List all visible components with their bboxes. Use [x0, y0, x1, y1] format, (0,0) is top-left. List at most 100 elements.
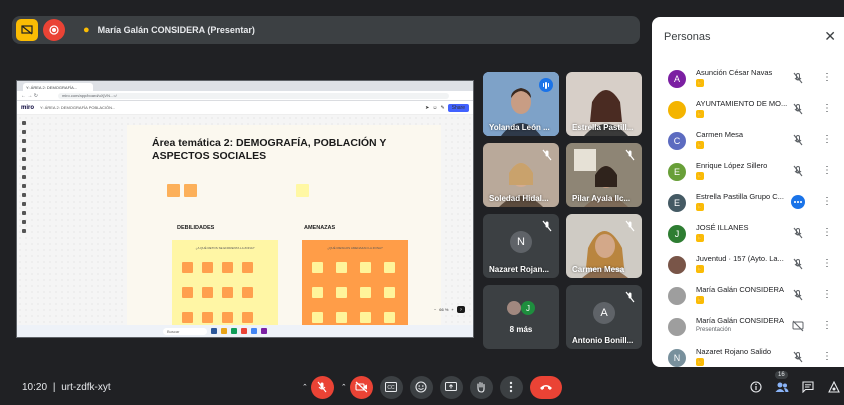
more-participants-tile[interactable]: J 8 más	[483, 285, 559, 349]
app-icon	[251, 328, 257, 334]
avatar: A	[668, 70, 686, 88]
stop-presenting-button[interactable]	[16, 19, 38, 41]
avatar: A	[593, 302, 615, 325]
people-icon	[775, 382, 789, 392]
present-button[interactable]	[439, 375, 463, 399]
mic-off-icon	[625, 149, 635, 161]
participant-tile[interactable]: Estrella Pastill...	[566, 72, 642, 136]
person-row[interactable]: Juventud · 157 (Ayto. La... ✋ ⋮	[652, 251, 844, 282]
person-row[interactable]: E Estrella Pastilla Grupo C... ✋ ⋮	[652, 189, 844, 220]
more-vert-icon[interactable]: ⋮	[822, 134, 832, 146]
person-name: AYUNTAMIENTO DE MO...	[696, 99, 788, 108]
meeting-info: 10:20 | urt-zdfk-xyt	[22, 382, 111, 393]
avatar: C	[668, 132, 686, 150]
more-vert-icon[interactable]: ⋮	[822, 103, 832, 115]
person-name: Estrella Pastilla Grupo C...	[696, 192, 784, 201]
more-vert-icon[interactable]: ⋮	[822, 72, 832, 84]
captions-button[interactable]: CC	[379, 375, 403, 399]
participant-tile[interactable]: N Nazaret Rojan...	[483, 214, 559, 278]
more-options-button[interactable]	[499, 375, 523, 399]
reactions-button[interactable]	[409, 375, 433, 399]
call-controls: ⌃ ⌃ CC	[302, 375, 562, 399]
avatar: N	[510, 231, 532, 254]
participant-tile[interactable]: Soledad Hidal...	[483, 143, 559, 207]
mic-off-icon[interactable]	[792, 103, 804, 115]
browser-tab[interactable]: Y: ÁREA 2: DEMOGRAFÍA...	[23, 83, 93, 91]
mic-off-icon[interactable]	[792, 258, 804, 270]
app-icon	[231, 328, 237, 334]
recording-button[interactable]	[43, 19, 65, 41]
activities-button[interactable]	[826, 379, 842, 395]
more-vert-icon[interactable]: ⋮	[822, 351, 832, 363]
chevron-up-icon[interactable]: ⌃	[341, 383, 347, 391]
help-icon: ?	[456, 306, 465, 313]
more-vert-icon[interactable]: ⋮	[822, 196, 832, 208]
url-field[interactable]: miro.com/app/board/uXjVN...=/	[57, 92, 449, 99]
participant-tile[interactable]: Yolanda León ...	[483, 72, 559, 136]
more-vert-icon[interactable]: ⋮	[822, 289, 832, 301]
camera-toggle-button[interactable]	[349, 375, 373, 399]
more-vert-icon[interactable]: ⋮	[822, 165, 832, 177]
chrome-icon	[241, 328, 247, 334]
participant-tile[interactable]: Carmen Mesa	[566, 214, 642, 278]
meeting-details-button[interactable]	[748, 379, 764, 395]
raised-hand-icon: ✋	[696, 265, 704, 273]
mic-off-icon[interactable]	[792, 351, 804, 363]
person-row[interactable]: E Enrique López Sillero ✋ ⋮	[652, 158, 844, 189]
closed-captions-icon: CC	[385, 382, 398, 392]
shared-screen[interactable]: Y: ÁREA 2: DEMOGRAFÍA... ← → ↻ miro.com/…	[16, 80, 474, 338]
person-name: María Galán CONSIDERA	[696, 316, 784, 325]
present-off-icon[interactable]	[792, 320, 804, 332]
mic-off-icon[interactable]	[792, 72, 804, 84]
mic-off-icon[interactable]	[792, 165, 804, 177]
more-vert-icon[interactable]: ⋮	[822, 320, 832, 332]
person-name: Nazaret Rojano Salido	[696, 347, 772, 356]
panel-title: Personas	[664, 31, 711, 43]
more-vert-icon[interactable]: ⋮	[822, 227, 832, 239]
meeting-code: urt-zdfk-xyt	[61, 381, 111, 393]
participant-name: Soledad Hidal...	[489, 194, 549, 203]
chat-icon	[802, 381, 814, 393]
mic-off-icon[interactable]	[792, 134, 804, 146]
participant-name: Carmen Mesa	[572, 265, 625, 274]
participant-name: Estrella Pastill...	[572, 123, 634, 132]
more-vert-icon[interactable]: ⋮	[822, 258, 832, 270]
raised-hand-icon: ✋	[696, 172, 704, 180]
person-role: Presentación	[696, 327, 732, 333]
avatar: J	[668, 225, 686, 243]
mic-off-icon[interactable]	[792, 227, 804, 239]
participant-name: Yolanda León ...	[489, 123, 550, 132]
person-row[interactable]: María Galán CONSIDERA ✋ ⋮	[652, 282, 844, 313]
participant-name: Pilar Ayala Ilc...	[572, 194, 631, 203]
hand-icon	[477, 381, 485, 393]
person-row[interactable]: A Asunción César Navas ✋ ⋮	[652, 65, 844, 96]
chevron-up-icon[interactable]: ⌃	[302, 383, 308, 391]
person-row[interactable]: AYUNTAMIENTO DE MO... ✋ ⋮	[652, 96, 844, 127]
mic-off-icon[interactable]	[792, 289, 804, 301]
mic-toggle-button[interactable]	[310, 375, 334, 399]
leave-call-button[interactable]	[529, 375, 562, 399]
person-row[interactable]: J JOSÉ ILLANES ✋ ⋮	[652, 220, 844, 251]
participant-tile[interactable]: Pilar Ayala Ilc...	[566, 143, 642, 207]
participant-tile[interactable]: A Antonio Bonill...	[566, 285, 642, 349]
person-row[interactable]: C Carmen Mesa ✋ ⋮	[652, 127, 844, 158]
miro-tools: ➤ ☺ ✎ Share	[425, 103, 469, 112]
chat-button[interactable]	[800, 379, 816, 395]
person-row[interactable]: N Nazaret Rojano Salido ✋ ⋮	[652, 344, 844, 367]
speaking-indicator-icon	[791, 195, 805, 209]
close-icon[interactable]: ✕	[824, 28, 836, 45]
camera-off-icon	[355, 381, 368, 393]
browser-tab-strip: Y: ÁREA 2: DEMOGRAFÍA...	[17, 81, 473, 91]
more-participants-count: 8 más	[509, 324, 533, 334]
col-label-threats: AMENAZAS	[304, 225, 336, 231]
people-button[interactable]: 16	[774, 371, 790, 395]
cursor-icon: ➤	[425, 104, 430, 111]
miro-logo: miro	[21, 104, 35, 111]
person-row[interactable]: María Galán CONSIDERA Presentación ⋮	[652, 313, 844, 344]
person-name: JOSÉ ILLANES	[696, 223, 749, 232]
person-name: Carmen Mesa	[696, 130, 744, 139]
miro-board: Área temática 2: DEMOGRAFÍA, POBLACIÓN Y…	[17, 115, 473, 337]
raised-hand-icon: ✋	[696, 110, 704, 118]
raise-hand-button[interactable]	[469, 375, 493, 399]
svg-text:CC: CC	[388, 385, 396, 391]
